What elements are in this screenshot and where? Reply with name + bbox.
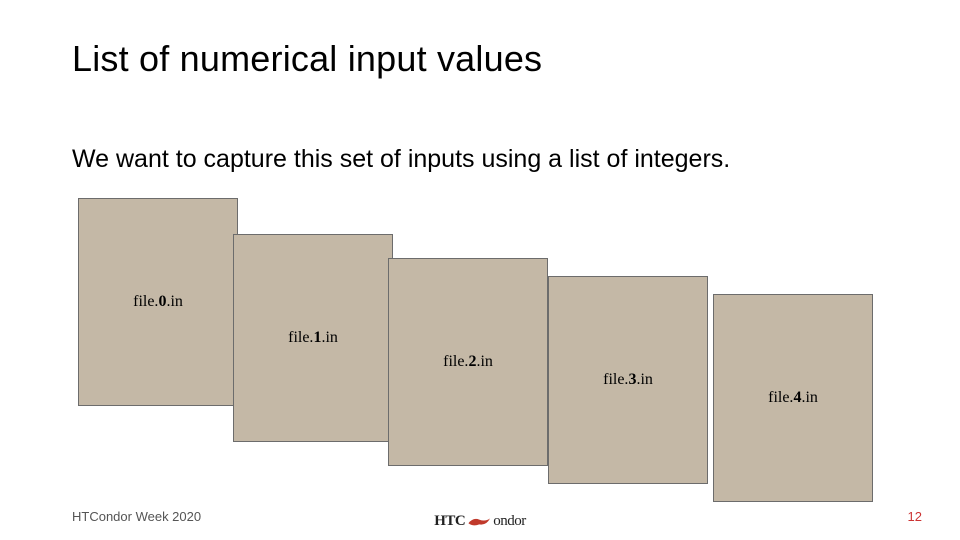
file-index: 3 [628, 371, 636, 389]
file-card: file.3.in [548, 276, 708, 484]
file-index: 4 [793, 389, 801, 407]
file-prefix: file. [443, 353, 468, 371]
file-prefix: file. [133, 293, 158, 311]
file-index: 0 [158, 293, 166, 311]
file-prefix: file. [768, 389, 793, 407]
logo-text-bold: HTC [434, 513, 465, 530]
file-card: file.2.in [388, 258, 548, 466]
file-index: 1 [313, 329, 321, 347]
slide: List of numerical input values We want t… [0, 0, 960, 540]
file-card: file.1.in [233, 234, 393, 442]
file-suffix: .in [636, 371, 652, 389]
card-area: file.0.in file.1.in file.2.in file.3.in … [78, 198, 898, 458]
page-number: 12 [908, 509, 922, 524]
slide-subtitle: We want to capture this set of inputs us… [72, 145, 730, 174]
file-suffix: .in [801, 389, 817, 407]
file-card: file.0.in [78, 198, 238, 406]
footer-left: HTCondor Week 2020 [72, 509, 201, 524]
file-prefix: file. [288, 329, 313, 347]
slide-title: List of numerical input values [72, 38, 542, 80]
footer-logo: HTC ondor [434, 513, 526, 530]
logo-text-light: ondor [493, 513, 526, 530]
file-prefix: file. [603, 371, 628, 389]
file-card: file.4.in [713, 294, 873, 502]
file-suffix: .in [166, 293, 182, 311]
file-index: 2 [468, 353, 476, 371]
file-suffix: .in [476, 353, 492, 371]
condor-icon [467, 514, 491, 530]
file-suffix: .in [321, 329, 337, 347]
